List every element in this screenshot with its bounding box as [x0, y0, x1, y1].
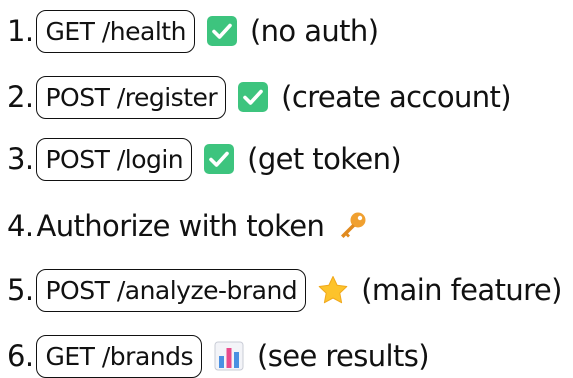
check-icon: [237, 81, 269, 113]
check-icon: [206, 15, 238, 47]
endpoint-post-login: POST /login: [36, 137, 193, 181]
step-number: 5.: [7, 272, 34, 307]
step-number: 2.: [7, 79, 34, 114]
step-3: 3. POST /login (get token): [7, 137, 402, 181]
step-text: Authorize with token: [36, 208, 325, 243]
step-4: 4. Authorize with token: [7, 204, 380, 248]
star-icon: [317, 274, 349, 306]
step-2: 2. POST /register (create account): [7, 75, 512, 119]
step-note: (create account): [281, 79, 512, 114]
endpoint-post-analyze-brand: POST /analyze-brand: [36, 268, 307, 312]
step-number: 6.: [7, 338, 34, 373]
step-note: (get token): [247, 141, 402, 176]
key-icon: [336, 210, 368, 242]
step-note: (no auth): [249, 13, 379, 48]
endpoint-get-health: GET /health: [36, 9, 195, 53]
step-number: 1.: [7, 13, 34, 48]
steps-list: 1. GET /health (no auth) 2. POST /regist…: [0, 0, 573, 378]
step-5: 5. POST /analyze-brand (main feature): [7, 268, 562, 312]
step-6: 6. GET /brands (see results): [7, 334, 430, 378]
check-icon: [203, 143, 235, 175]
bar-chart-icon: [213, 340, 245, 372]
step-1: 1. GET /health (no auth): [7, 9, 379, 53]
endpoint-post-register: POST /register: [36, 75, 227, 119]
endpoint-get-brands: GET /brands: [36, 334, 202, 378]
step-note: (main feature): [361, 272, 562, 307]
step-number: 3.: [7, 141, 34, 176]
step-note: (see results): [257, 338, 430, 373]
step-number: 4.: [7, 208, 34, 243]
